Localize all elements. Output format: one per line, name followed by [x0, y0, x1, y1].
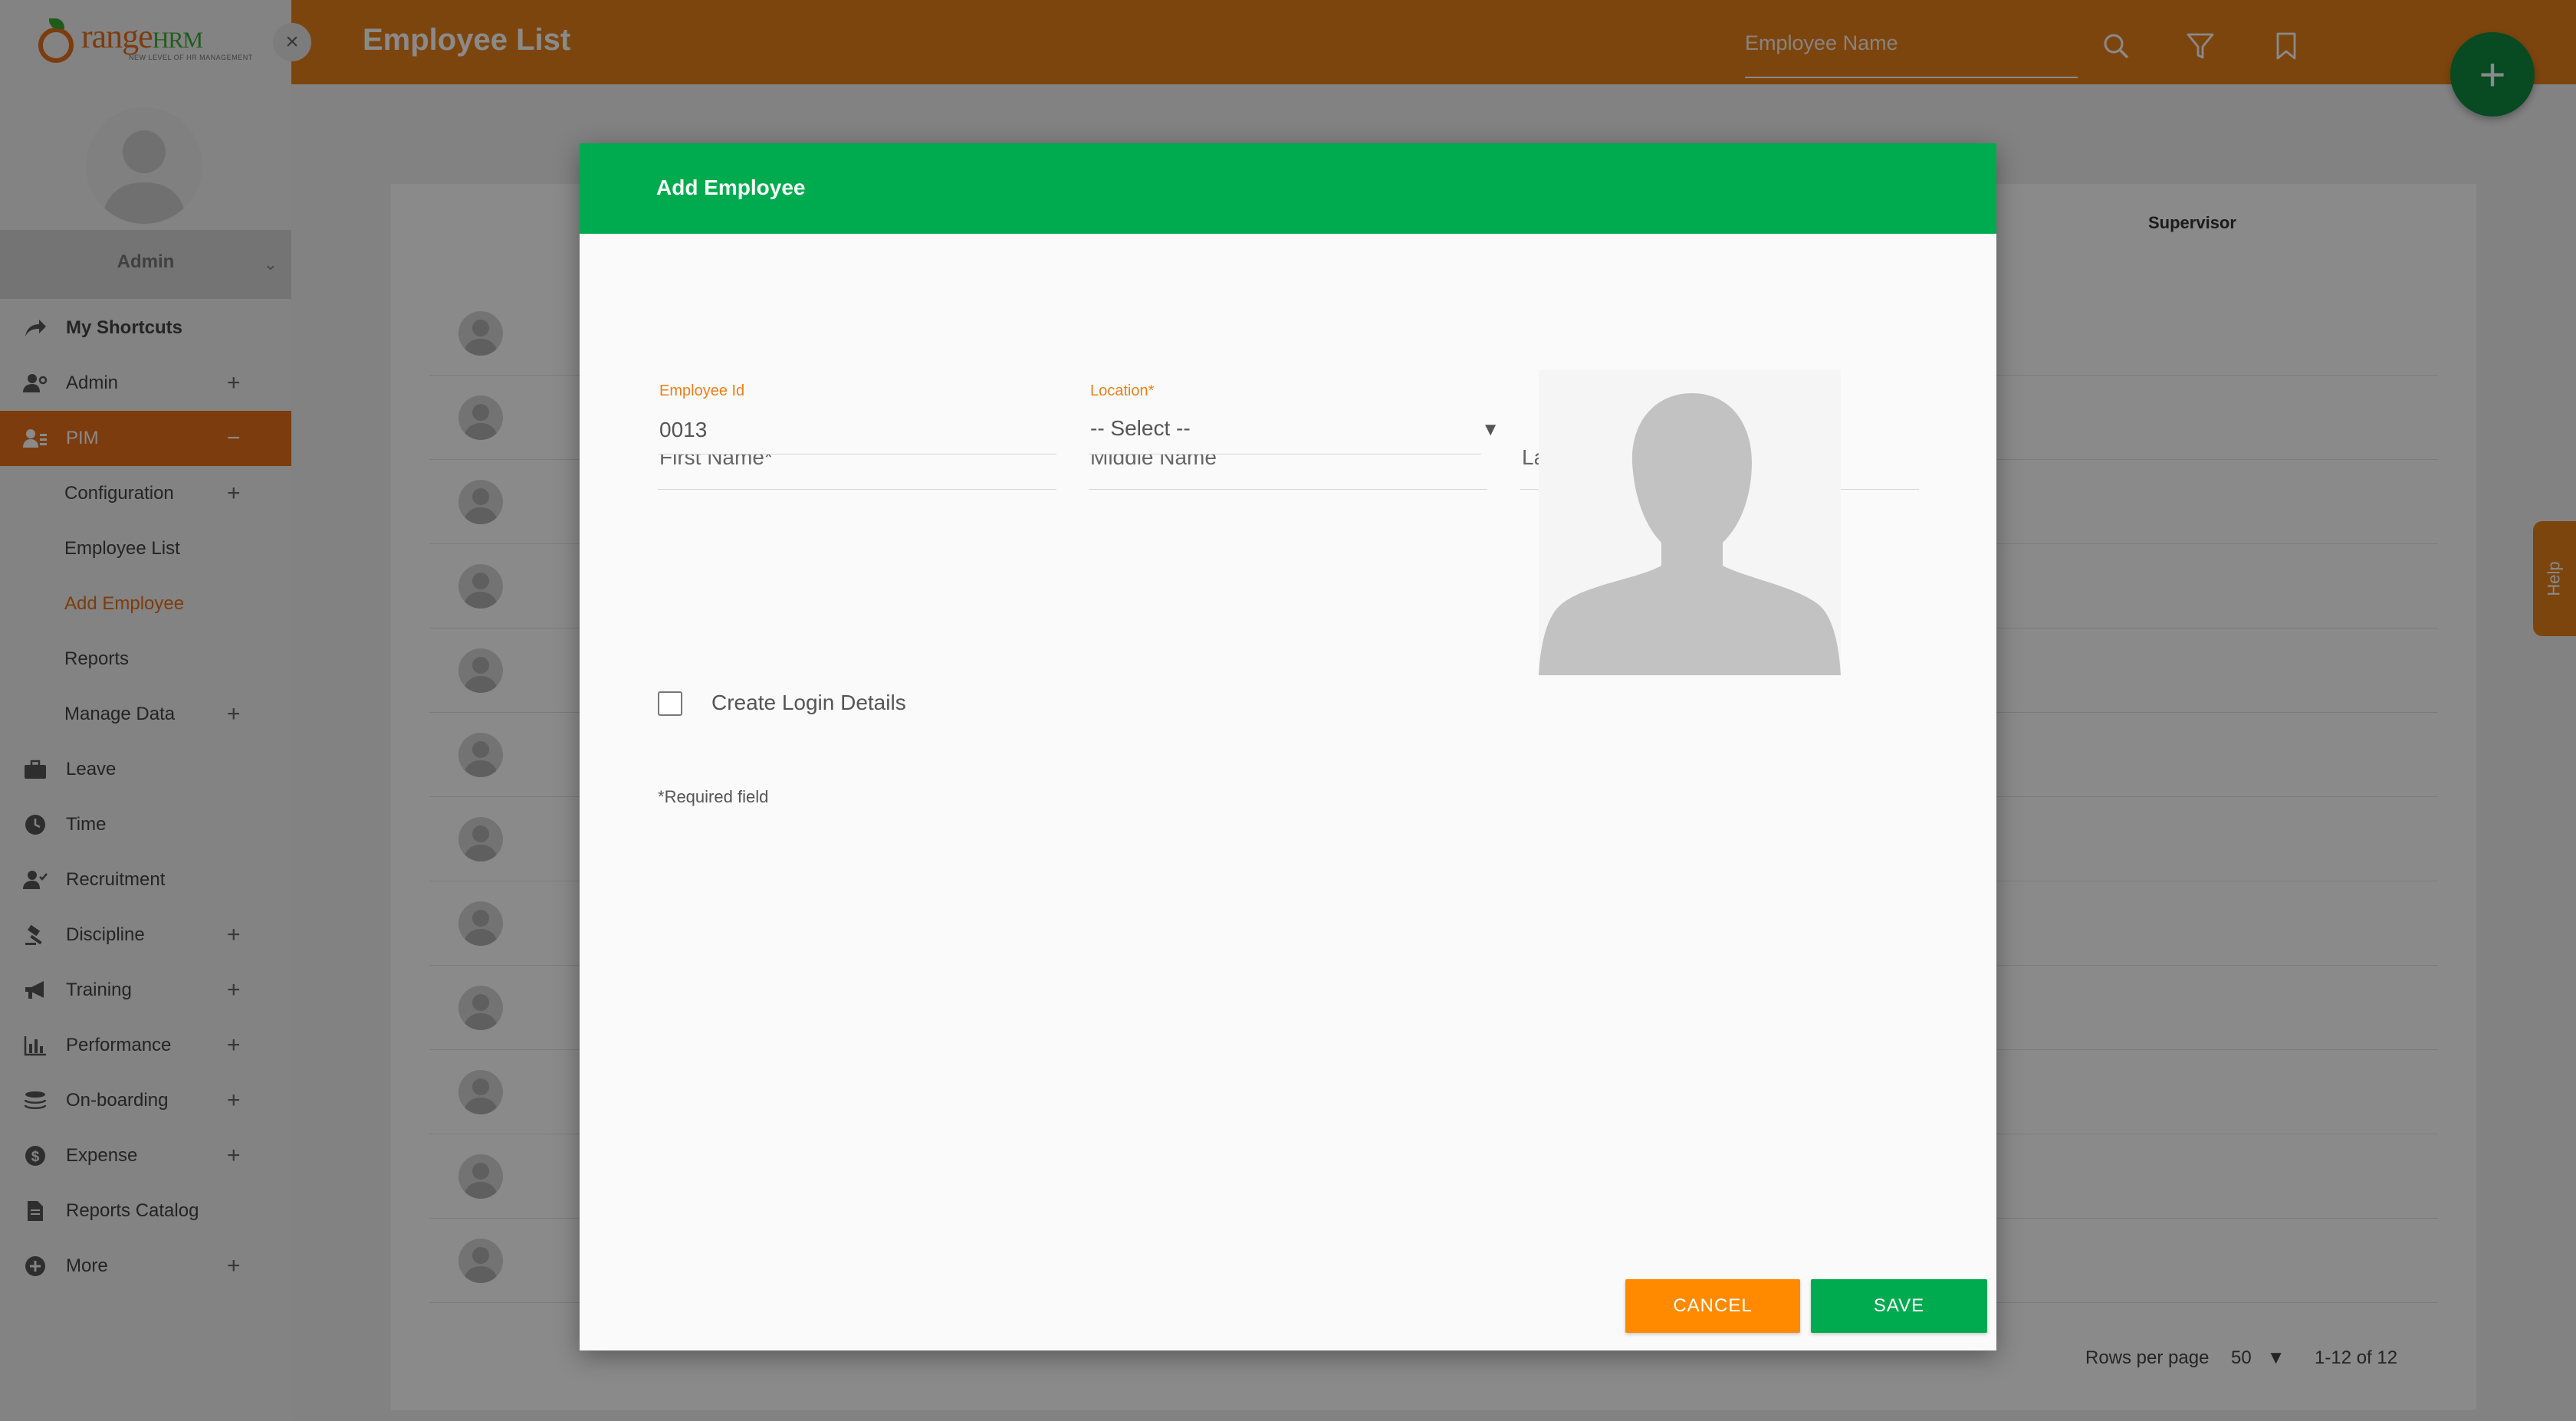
required-asterisk: * [658, 787, 665, 806]
required-asterisk: * [1148, 382, 1155, 399]
cancel-button[interactable]: CANCEL [1625, 1279, 1800, 1333]
location-selected-value: -- Select -- [1090, 416, 1191, 440]
save-button[interactable]: SAVE [1811, 1279, 1987, 1333]
required-field-note: Required field [664, 787, 769, 806]
create-login-label[interactable]: Create Login Details [711, 691, 906, 715]
caret-down-icon[interactable]: ▼ [1481, 419, 1500, 441]
location-label: Location [1090, 382, 1148, 399]
location-field-row[interactable]: Location* -- Select -- ▼ [1089, 375, 1500, 455]
employee-id-label: Employee Id [659, 382, 745, 399]
employee-photo-upload[interactable] [1539, 370, 1841, 675]
dialog-body: Employee Id 0013 Location* -- Select -- … [580, 143, 1996, 1350]
employee-id-field-row[interactable]: Employee Id 0013 [658, 375, 1056, 455]
person-silhouette-icon [1539, 393, 1841, 675]
create-login-checkbox[interactable] [658, 691, 682, 716]
employee-id-value: 0013 [659, 418, 708, 441]
